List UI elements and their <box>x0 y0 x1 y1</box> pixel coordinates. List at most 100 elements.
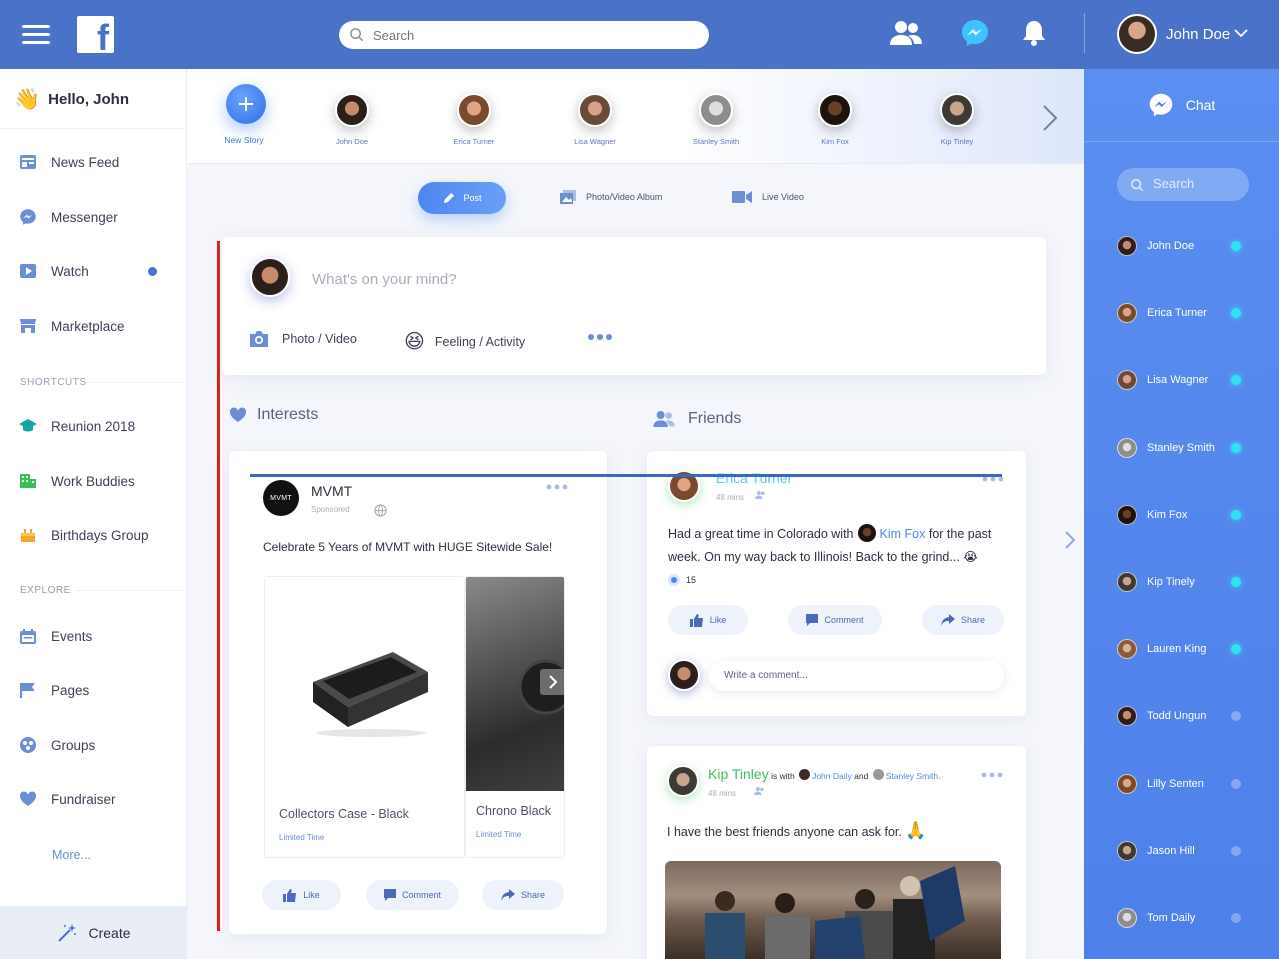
feeling-activity-button[interactable]: 😆 Feeling / Activity <box>404 329 525 354</box>
tab-photo-video-album[interactable]: Photo/Video Album <box>560 190 662 204</box>
story-item[interactable]: Lisa Wagner <box>555 93 635 146</box>
comment-button[interactable]: Comment <box>788 605 882 635</box>
like-button[interactable]: Like <box>262 880 341 910</box>
composer-input[interactable]: What's on your mind? <box>312 271 457 288</box>
chat-search[interactable] <box>1117 168 1249 201</box>
avatar <box>1117 773 1137 794</box>
brand-name[interactable]: MVMT <box>311 483 352 499</box>
messenger-icon[interactable] <box>960 18 990 48</box>
annotation-line <box>217 241 220 931</box>
create-button[interactable]: Create <box>0 906 187 959</box>
sidebar-item-birthdays[interactable]: Birthdays Group <box>19 523 149 547</box>
story-item[interactable]: John Doe <box>312 93 392 146</box>
chevron-right-icon[interactable] <box>1064 530 1076 550</box>
chat-contact[interactable]: Stanley Smith <box>1117 437 1247 459</box>
chevron-right-icon <box>549 675 558 689</box>
smile-icon: 😆 <box>404 331 425 353</box>
more-options-icon[interactable] <box>546 484 568 490</box>
new-story-button[interactable] <box>226 84 266 124</box>
chat-contact[interactable]: Lauren King <box>1117 638 1247 660</box>
post-composer: What's on your mind? Photo / Video 😆 Fee… <box>222 237 1046 375</box>
heart-icon <box>19 791 37 806</box>
avatar <box>1117 706 1137 727</box>
more-link[interactable]: More... <box>52 848 91 862</box>
sidebar-item-groups[interactable]: Groups <box>19 733 95 757</box>
avatar <box>250 257 290 297</box>
top-search[interactable] <box>339 21 709 49</box>
comment-icon <box>383 889 396 901</box>
tab-post[interactable]: Post <box>418 182 506 214</box>
bell-icon[interactable] <box>1021 18 1047 48</box>
chevron-right-icon[interactable] <box>1042 104 1058 132</box>
top-bar: f John Doe <box>0 0 1279 69</box>
user-name[interactable]: John Doe <box>1166 26 1230 43</box>
share-button[interactable]: Share <box>922 605 1004 635</box>
plus-icon <box>239 97 253 111</box>
sidebar-item-events[interactable]: Events <box>19 624 92 648</box>
menu-icon[interactable] <box>22 25 50 44</box>
story-item[interactable]: Erica Turner <box>434 93 514 146</box>
chat-contact[interactable]: Erica Turner <box>1117 302 1247 324</box>
divider <box>0 128 187 129</box>
chat-search-input[interactable] <box>1153 176 1243 191</box>
product-subtitle: Limited Time <box>476 830 522 839</box>
heart-icon <box>229 407 247 422</box>
chat-contact[interactable]: Kip Tinely <box>1117 571 1247 593</box>
product-card[interactable]: Chrono Black Limited Time <box>465 576 565 858</box>
chat-contact[interactable]: Lisa Wagner <box>1117 369 1247 391</box>
chat-contact[interactable]: Kim Fox <box>1117 504 1247 526</box>
more-options-icon[interactable] <box>981 772 1003 778</box>
post-author[interactable]: Kip Tinley <box>708 766 769 782</box>
search-input[interactable] <box>373 25 693 45</box>
status-indicator <box>1231 778 1241 789</box>
reaction-count[interactable]: 15 <box>668 574 696 586</box>
divider <box>90 382 187 383</box>
tab-live-video[interactable]: Live Video <box>732 190 804 204</box>
tagged-friend-link[interactable]: Stanley Smith. <box>886 771 941 781</box>
chat-contact[interactable]: Todd Ungun <box>1117 705 1247 727</box>
sidebar-item-work-buddies[interactable]: Work Buddies <box>19 469 135 493</box>
product-card[interactable]: Collectors Case - Black Limited Time <box>264 576 465 858</box>
carousel-next-button[interactable] <box>540 669 566 695</box>
sidebar-item-watch[interactable]: Watch <box>19 259 89 283</box>
post-photo[interactable] <box>665 861 1001 959</box>
sidebar-item-marketplace[interactable]: Marketplace <box>19 314 125 338</box>
facebook-logo[interactable]: f <box>77 16 114 53</box>
story-item[interactable]: Stanley Smith <box>676 93 756 146</box>
friends-icon[interactable] <box>889 18 923 48</box>
sidebar-item-fundraiser[interactable]: Fundraiser <box>19 787 116 811</box>
marketplace-icon <box>20 319 36 333</box>
contact-name: Stanley Smith <box>1147 441 1215 454</box>
building-icon <box>20 474 36 488</box>
watch-icon <box>20 264 36 278</box>
like-button[interactable]: Like <box>668 605 748 635</box>
chevron-down-icon[interactable] <box>1234 28 1248 38</box>
sidebar-item-reunion[interactable]: Reunion 2018 <box>19 414 135 438</box>
sidebar-item-messenger[interactable]: Messenger <box>19 205 118 229</box>
share-button[interactable]: Share <box>482 880 564 910</box>
avatar[interactable] <box>1117 14 1157 54</box>
brand-logo[interactable]: MVMT <box>263 480 299 516</box>
chat-contact[interactable]: John Doe <box>1117 235 1247 257</box>
mention-link[interactable]: Kim Fox <box>880 527 926 541</box>
story-item[interactable]: Kip Tinley <box>917 93 997 146</box>
newsfeed-icon <box>20 155 36 169</box>
story-item[interactable]: Kim Fox <box>795 93 875 146</box>
tagged-friend-link[interactable]: John Daily <box>812 771 852 781</box>
comment-input[interactable]: Write a comment... <box>709 661 1004 691</box>
avatar <box>818 93 852 127</box>
more-options-icon[interactable] <box>587 333 613 341</box>
post-time: 48 mins <box>716 493 745 502</box>
chat-contact[interactable]: Jason Hill <box>1117 840 1247 862</box>
comment-button[interactable]: Comment <box>366 880 459 910</box>
sidebar-item-news-feed[interactable]: News Feed <box>19 150 119 174</box>
search-icon <box>350 28 364 42</box>
product-name: Collectors Case - Black <box>279 807 409 821</box>
post-header: Kip Tinley is with John Daily and Stanle… <box>708 766 941 782</box>
photo-video-button[interactable]: Photo / Video <box>248 330 357 348</box>
chat-contact[interactable]: Lilly Senten <box>1117 773 1247 795</box>
sidebar-item-pages[interactable]: Pages <box>19 678 89 702</box>
chat-contact[interactable]: Tom Daily <box>1117 907 1247 929</box>
post-author[interactable]: Erica Turner <box>716 470 792 486</box>
avatar[interactable] <box>667 765 699 797</box>
